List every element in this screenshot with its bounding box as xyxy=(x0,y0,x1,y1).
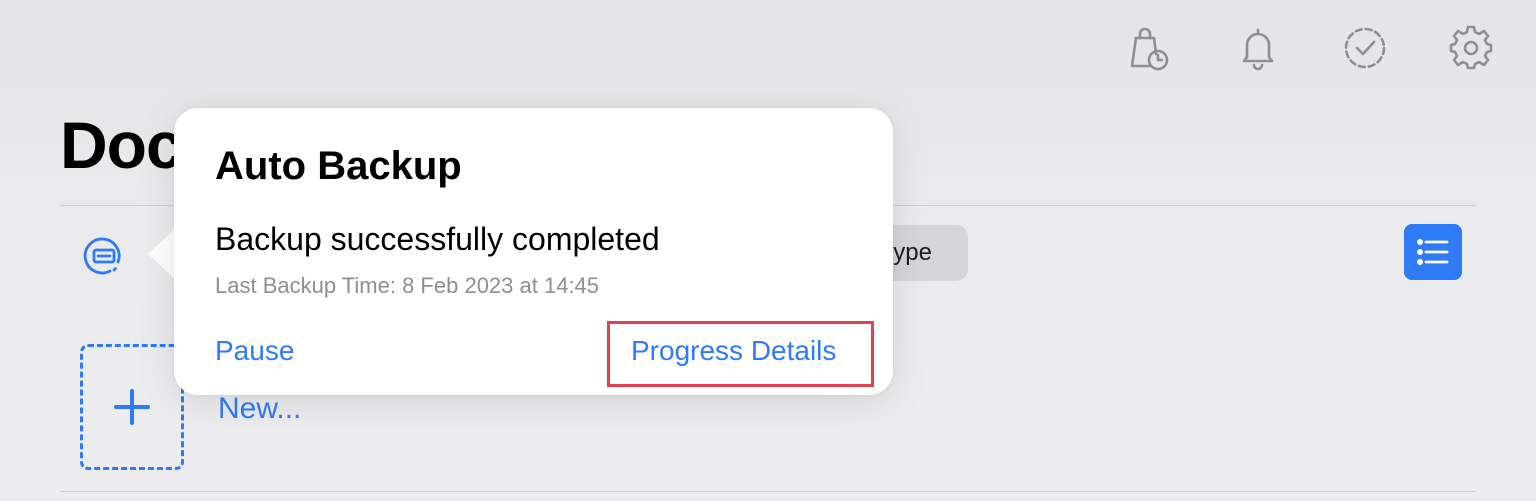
popover-title: Auto Backup xyxy=(215,144,462,188)
auto-backup-popover: Auto Backup Backup successfully complete… xyxy=(174,108,893,395)
gear-icon xyxy=(1449,25,1493,70)
checkmark-circle-icon xyxy=(1344,27,1386,69)
list-view-button[interactable] xyxy=(1404,224,1462,280)
page-title: Doc xyxy=(60,108,183,182)
list-icon xyxy=(1417,239,1449,265)
pause-button[interactable]: Pause xyxy=(215,335,294,367)
tasks-button[interactable] xyxy=(1341,24,1389,72)
backup-status-button[interactable] xyxy=(80,232,128,280)
backup-status-message: Backup successfully completed xyxy=(215,221,660,257)
backup-drive-icon xyxy=(83,237,121,275)
last-backup-time: Last Backup Time: 8 Feb 2023 at 14:45 xyxy=(215,273,600,298)
new-item-label[interactable]: New... xyxy=(218,392,301,426)
new-item-tile[interactable] xyxy=(80,344,184,470)
popover-arrow xyxy=(148,228,176,280)
bottom-divider xyxy=(60,491,1476,492)
notifications-button[interactable] xyxy=(1234,24,1282,72)
backup-schedule-button[interactable] xyxy=(1124,24,1172,72)
plus-icon xyxy=(114,389,150,425)
backup-schedule-icon xyxy=(1130,27,1169,71)
bell-icon xyxy=(1242,28,1274,71)
settings-button[interactable] xyxy=(1447,24,1495,72)
highlight-box xyxy=(607,321,874,387)
